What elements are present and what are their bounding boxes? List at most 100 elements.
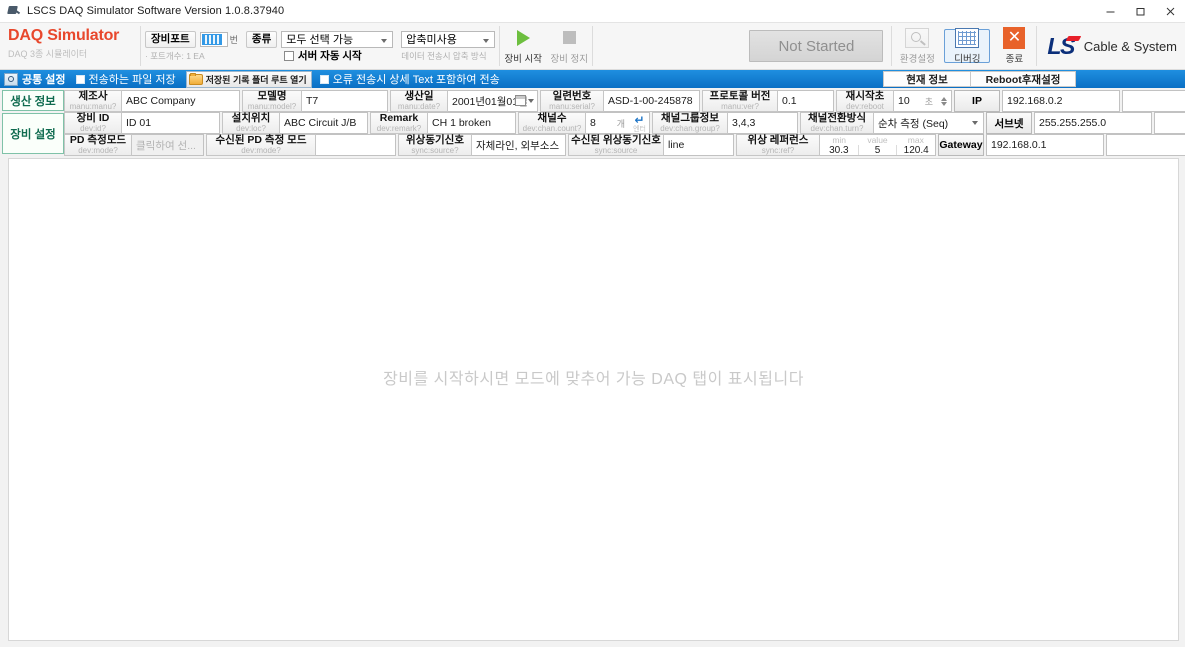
field-label-text: 재시작초 — [845, 90, 885, 103]
form-rows: 제조사 manu:manu? ABC Company 모델명 manu:mode… — [64, 90, 1185, 156]
start-device-button[interactable]: 장비 시작 — [500, 23, 546, 69]
pd-mode-received-input[interactable] — [316, 134, 396, 156]
status-badge: Not Started — [749, 30, 884, 62]
field-sync-reference-label: 위상 레퍼런스 sync:ref? — [736, 134, 820, 156]
maximize-button[interactable] — [1125, 0, 1155, 22]
sync-reference-min-input[interactable]: 30.3 — [820, 145, 858, 155]
field-label-sub: dev:mode? — [241, 145, 281, 155]
field-label-sub: dev:chan.group? — [660, 123, 720, 133]
close-button[interactable] — [1155, 0, 1185, 22]
channel-turn-select[interactable]: 순차 측정 (Seq) — [874, 112, 984, 134]
remark-input[interactable]: CH 1 broken — [428, 112, 516, 134]
production-date-input[interactable]: 2001년01월01일 — [448, 90, 538, 112]
channel-group-input[interactable]: 3,4,3 — [728, 112, 798, 134]
model-input[interactable]: T7 — [302, 90, 388, 112]
minimize-button[interactable] — [1095, 0, 1125, 22]
field-location-label: 설치위치 dev:loc? — [222, 112, 280, 134]
ip-reboot-input[interactable] — [1122, 90, 1185, 112]
sync-reference-header-min: min — [832, 134, 847, 145]
exit-label: 종료 — [1005, 53, 1024, 65]
kind-select[interactable]: 모두 선택 가능 — [281, 30, 394, 48]
sidebar-item-device-settings[interactable]: 장비 설정 — [2, 113, 64, 154]
field-label-text: 일련번호 — [552, 90, 592, 103]
field-pd-mode-received: 수신된 PD 측정 모드 dev:mode? — [206, 134, 396, 156]
application-window: LSCS DAQ Simulator Software Version 1.0.… — [0, 0, 1185, 647]
field-serial: 일련번호 manu:serial? ASD-1-00-245878 — [540, 90, 700, 112]
ip-current-input[interactable]: 192.168.0.2 — [1002, 90, 1120, 112]
ribbon-divider-3 — [592, 26, 594, 66]
settings-form-panel: 생산 정보 장비 설정 제조사 manu:manu? ABC Company 모… — [0, 88, 1185, 156]
save-transfer-file-checkbox[interactable]: 전송하는 파일 저장 — [75, 71, 176, 87]
field-device-id: 장비 ID dev:id? ID 01 — [64, 112, 220, 134]
sync-source-received-input[interactable]: line — [664, 134, 734, 156]
grid-table-icon — [955, 27, 980, 48]
auto-start-label: 서버 자동 시작 — [297, 50, 362, 62]
auto-start-checkbox[interactable]: 서버 자동 시작 — [283, 48, 362, 63]
serial-input[interactable]: ASD-1-00-245878 — [604, 90, 700, 112]
field-label-text: 채널전환방식 — [808, 112, 866, 125]
protocol-version-input[interactable]: 0.1 — [778, 90, 834, 112]
device-id-input[interactable]: ID 01 — [122, 112, 220, 134]
debug-button[interactable]: 디버깅 — [944, 27, 991, 65]
empty-state-message: 장비를 시작하시면 모드에 맞추어 가능 DAQ 탭이 표시됩니다 — [383, 370, 804, 388]
sync-source-input[interactable]: 자체라인, 외부소스 — [472, 134, 566, 156]
field-label-text: 위상 레퍼런스 — [747, 134, 809, 147]
sidebar-item-production-info[interactable]: 생산 정보 — [2, 90, 64, 112]
spinner-icon[interactable] — [941, 96, 947, 106]
field-maker-label: 제조사 manu:manu? — [64, 90, 122, 112]
gateway-label-button[interactable]: Gateway — [938, 134, 984, 156]
error-detail-text-checkbox[interactable]: 오류 전송시 상세 Text 포함하여 전송 — [319, 71, 500, 87]
title-bar: LSCS DAQ Simulator Software Version 1.0.… — [0, 0, 1185, 23]
sync-reference-max-input[interactable]: 120.4 — [896, 145, 936, 155]
reboot-seconds-input[interactable]: 10 초 — [894, 90, 952, 112]
calendar-picker-button[interactable] — [515, 94, 534, 107]
sync-reference-headers: min value max — [820, 135, 935, 145]
enter-key-caption: 엔터 — [633, 125, 646, 133]
compression-select[interactable]: 압축미사용 — [401, 30, 496, 48]
gear-settings-icon — [905, 27, 930, 48]
field-label-text: 위상동기신호 — [406, 134, 464, 147]
pd-mode-select[interactable]: 클릭하여 선... — [132, 134, 204, 156]
field-channel-count: 채널수 dev:chan.count? 8 개 ↵ 엔터 — [518, 112, 650, 134]
field-sync-source-received-label: 수신된 위상동기신호 sync:source — [568, 134, 664, 156]
channel-turn-value: 순차 측정 (Seq) — [878, 117, 949, 130]
exit-button[interactable]: ✕ 종료 — [992, 23, 1036, 69]
sync-reference-header-value: value — [867, 134, 888, 145]
stop-device-button[interactable]: 장비 정지 — [546, 23, 592, 69]
common-settings-title: 공통 설정 — [22, 74, 66, 86]
maker-input[interactable]: ABC Company — [122, 90, 240, 112]
common-settings-icon — [4, 72, 18, 86]
gateway-current-input[interactable]: 192.168.0.1 — [986, 134, 1104, 156]
main-content-area: 장비를 시작하시면 모드에 맞추어 가능 DAQ 탭이 표시됩니다 — [8, 158, 1179, 641]
subnet-current-input[interactable]: 255.255.255.0 — [1034, 112, 1152, 134]
field-label-sub: dev:mode? — [78, 145, 118, 155]
field-label-text: 모델명 — [257, 90, 287, 103]
column-header-current: 현재 정보 — [883, 71, 971, 87]
kind-label: 종류 — [245, 30, 278, 48]
port-label: 장비포트 — [145, 30, 196, 48]
gateway-reboot-input[interactable] — [1106, 134, 1185, 156]
channel-count-input[interactable]: 8 개 ↵ 엔터 — [586, 112, 650, 134]
field-model: 모델명 manu:model? T7 — [242, 90, 388, 112]
field-label-text: 채널수 — [537, 112, 567, 125]
kind-group: 종류 모두 선택 가능 서버 자동 시작 — [242, 23, 397, 69]
port-number-input[interactable] — [199, 31, 228, 47]
open-records-folder-button[interactable]: 저장된 기록 폴더 루트 열기 — [185, 70, 312, 88]
settings-button[interactable]: 환경설정 — [892, 23, 942, 69]
debug-label: 디버깅 — [954, 53, 981, 65]
subnet-reboot-input[interactable] — [1154, 112, 1185, 134]
field-label-sub: manu:date? — [397, 101, 441, 111]
calendar-icon — [515, 95, 526, 106]
subnet-label-button[interactable]: 서브넷 — [986, 112, 1032, 134]
field-device-id-label: 장비 ID dev:id? — [64, 112, 122, 134]
channel-count-value: 8 — [590, 117, 596, 129]
sync-reference-value-input[interactable]: 5 — [857, 145, 897, 155]
brand-title: DAQ Simulator — [8, 27, 120, 44]
enter-key-icon[interactable]: ↵ 엔터 — [633, 114, 646, 133]
ip-label-button[interactable]: IP — [954, 90, 1000, 112]
kind-select-value: 모두 선택 가능 — [286, 33, 354, 46]
field-pd-mode: PD 측정모드 dev:mode? 클릭하여 선... — [64, 134, 204, 156]
gateway-label-text: Gateway — [939, 139, 983, 151]
chevron-down-icon — [381, 38, 388, 43]
location-input[interactable]: ABC Circuit J/B — [280, 112, 368, 134]
